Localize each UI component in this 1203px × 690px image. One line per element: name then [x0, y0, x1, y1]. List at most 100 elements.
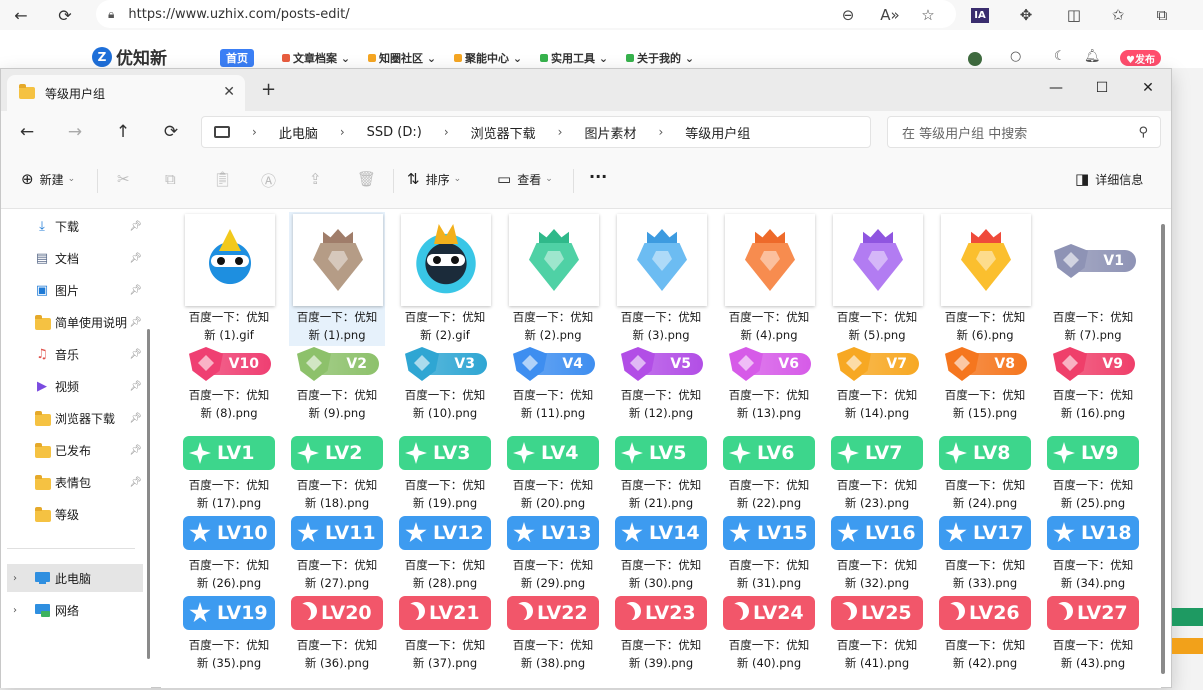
file-item[interactable]: LV24 百度一下：优知新 (40).png: [721, 594, 817, 674]
content-scrollbar[interactable]: [1161, 224, 1165, 674]
breadcrumb-drive[interactable]: SSD (D:): [367, 125, 422, 140]
paste-icon[interactable]: 📋︎: [213, 170, 238, 188]
file-item[interactable]: V2 百度一下：优知新 (9).png: [289, 344, 385, 424]
file-item[interactable]: V1 百度一下：优知新 (7).png: [1045, 212, 1141, 346]
zoom-icon[interactable]: ⊖: [834, 2, 862, 28]
minimize-button[interactable]: —: [1033, 75, 1079, 101]
file-item[interactable]: 百度一下：优知新 (3).png: [613, 212, 709, 346]
file-item[interactable]: LV3 百度一下：优知新 (19).png: [397, 434, 493, 514]
sidebar-item[interactable]: 简单使用说明 📌︎: [1, 308, 146, 336]
bell-icon[interactable]: 🔔︎: [1084, 49, 1101, 64]
file-item[interactable]: 百度一下：优知新 (2).gif: [397, 212, 493, 346]
sort-button[interactable]: ⇅ 排序 ⌄: [407, 170, 461, 188]
rename-icon[interactable]: Ⓐ: [261, 170, 282, 191]
sidebar-tree-item[interactable]: › 此电脑: [7, 564, 143, 592]
extension-ia-icon[interactable]: IA: [966, 2, 994, 28]
sidebar-tree-item[interactable]: › 网络: [7, 596, 143, 624]
file-item[interactable]: LV26 百度一下：优知新 (42).png: [937, 594, 1033, 674]
file-item[interactable]: LV13 百度一下：优知新 (29).png: [505, 514, 601, 594]
file-item[interactable]: V8 百度一下：优知新 (15).png: [937, 344, 1033, 424]
file-item[interactable]: LV20 百度一下：优知新 (36).png: [289, 594, 385, 674]
file-item[interactable]: LV2 百度一下：优知新 (18).png: [289, 434, 385, 514]
nav-about[interactable]: 关于我的 ⌄: [626, 49, 694, 67]
forward-arrow-icon[interactable]: →: [61, 121, 89, 143]
file-item[interactable]: 百度一下：优知新 (2).png: [505, 212, 601, 346]
file-item[interactable]: LV10 百度一下：优知新 (26).png: [181, 514, 277, 594]
nav-articles[interactable]: 文章档案 ⌄: [282, 49, 350, 67]
file-item[interactable]: LV12 百度一下：优知新 (28).png: [397, 514, 493, 594]
favorite-icon[interactable]: ☆: [914, 2, 942, 28]
file-item[interactable]: LV1 百度一下：优知新 (17).png: [181, 434, 277, 514]
file-item[interactable]: V10 百度一下：优知新 (8).png: [181, 344, 277, 424]
file-item[interactable]: LV17 百度一下：优知新 (33).png: [937, 514, 1033, 594]
sidebar-item[interactable]: ▣ 图片 📌︎: [1, 276, 146, 304]
search-input[interactable]: 在 等级用户组 中搜索 ⚲: [887, 116, 1161, 148]
search-icon[interactable]: ○: [1010, 49, 1021, 64]
file-item[interactable]: LV7 百度一下：优知新 (23).png: [829, 434, 925, 514]
tab-current-folder[interactable]: 等级用户组 ✕: [7, 75, 245, 111]
nav-home[interactable]: 首页: [220, 49, 254, 67]
close-window-button[interactable]: ✕: [1125, 75, 1171, 101]
file-item[interactable]: LV16 百度一下：优知新 (32).png: [829, 514, 925, 594]
collections-icon[interactable]: ⧉: [1148, 2, 1176, 28]
file-item[interactable]: LV27 百度一下：优知新 (43).png: [1045, 594, 1141, 674]
maximize-button[interactable]: ☐: [1079, 75, 1125, 101]
address-bar[interactable]: 🔒︎ https://www.uzhix.com/posts-edit/: [96, 0, 956, 28]
favorites-list-icon[interactable]: ✩: [1104, 2, 1132, 28]
sidebar-item[interactable]: ▤ 文档 📌︎: [1, 244, 146, 272]
file-item[interactable]: LV23 百度一下：优知新 (39).png: [613, 594, 709, 674]
sidebar-item[interactable]: ♫ 音乐 📌︎: [1, 340, 146, 368]
breadcrumb-this-pc[interactable]: 此电脑: [279, 123, 318, 142]
new-button[interactable]: ⊕ 新建 ⌄: [21, 170, 75, 188]
sidebar-scrollbar[interactable]: [147, 329, 150, 659]
file-item[interactable]: V5 百度一下：优知新 (12).png: [613, 344, 709, 424]
delete-icon[interactable]: 🗑︎: [357, 170, 382, 188]
sidebar-item[interactable]: 浏览器下载 📌︎: [1, 404, 146, 432]
file-item[interactable]: LV11 百度一下：优知新 (27).png: [289, 514, 385, 594]
avatar[interactable]: [968, 52, 982, 66]
new-tab-button[interactable]: +: [261, 79, 276, 100]
details-pane-button[interactable]: ◨ 详细信息: [1075, 170, 1143, 188]
file-item[interactable]: LV14 百度一下：优知新 (30).png: [613, 514, 709, 594]
file-item[interactable]: LV19 百度一下：优知新 (35).png: [181, 594, 277, 674]
file-item[interactable]: LV6 百度一下：优知新 (22).png: [721, 434, 817, 514]
file-item[interactable]: V4 百度一下：优知新 (11).png: [505, 344, 601, 424]
copy-icon[interactable]: ⧉: [165, 170, 182, 188]
publish-button[interactable]: ♥发布: [1120, 50, 1161, 66]
close-tab-icon[interactable]: ✕: [223, 84, 235, 100]
file-item[interactable]: LV8 百度一下：优知新 (24).png: [937, 434, 1033, 514]
sidebar-item[interactable]: 表情包 📌︎: [1, 468, 146, 496]
file-item[interactable]: 百度一下：优知新 (5).png: [829, 212, 925, 346]
file-item[interactable]: LV25 百度一下：优知新 (41).png: [829, 594, 925, 674]
file-item[interactable]: LV5 百度一下：优知新 (21).png: [613, 434, 709, 514]
file-item[interactable]: LV4 百度一下：优知新 (20).png: [505, 434, 601, 514]
sidebar-item[interactable]: ▶ 视频 📌︎: [1, 372, 146, 400]
up-arrow-icon[interactable]: ↑: [109, 121, 137, 143]
breadcrumb-current[interactable]: 等级用户组: [685, 123, 750, 142]
chevron-right-icon[interactable]: ›: [13, 573, 17, 584]
sidebar-item[interactable]: 等级: [1, 500, 146, 528]
nav-tools[interactable]: 实用工具 ⌄: [540, 49, 608, 67]
file-item[interactable]: V3 百度一下：优知新 (10).png: [397, 344, 493, 424]
sidebar-item[interactable]: 已发布 📌︎: [1, 436, 146, 464]
chevron-right-icon[interactable]: ›: [13, 605, 17, 616]
back-arrow-icon[interactable]: ←: [13, 121, 41, 143]
refresh-icon[interactable]: ⟳: [48, 1, 82, 29]
breadcrumb-images[interactable]: 图片素材: [584, 123, 636, 142]
site-logo[interactable]: Z 优知新: [92, 44, 167, 69]
read-aloud-icon[interactable]: A»: [876, 2, 904, 28]
nav-community[interactable]: 知圈社区 ⌄: [368, 49, 436, 67]
file-item[interactable]: 百度一下：优知新 (6).png: [937, 212, 1033, 346]
file-item[interactable]: LV22 百度一下：优知新 (38).png: [505, 594, 601, 674]
file-item[interactable]: 百度一下：优知新 (1).png: [289, 212, 385, 346]
back-icon[interactable]: ←: [4, 1, 38, 29]
file-item[interactable]: V7 百度一下：优知新 (14).png: [829, 344, 925, 424]
file-item[interactable]: LV9 百度一下：优知新 (25).png: [1045, 434, 1141, 514]
file-item[interactable]: 百度一下：优知新 (4).png: [721, 212, 817, 346]
puzzle-icon[interactable]: ✥: [1012, 2, 1040, 28]
file-item[interactable]: V6 百度一下：优知新 (13).png: [721, 344, 817, 424]
breadcrumb[interactable]: › 此电脑 › SSD (D:) › 浏览器下载 › 图片素材 › 等级用户组: [201, 116, 871, 148]
view-button[interactable]: ▭ 查看 ⌄: [497, 170, 553, 188]
file-item[interactable]: LV15 百度一下：优知新 (31).png: [721, 514, 817, 594]
dark-mode-icon[interactable]: ☾: [1054, 49, 1066, 64]
